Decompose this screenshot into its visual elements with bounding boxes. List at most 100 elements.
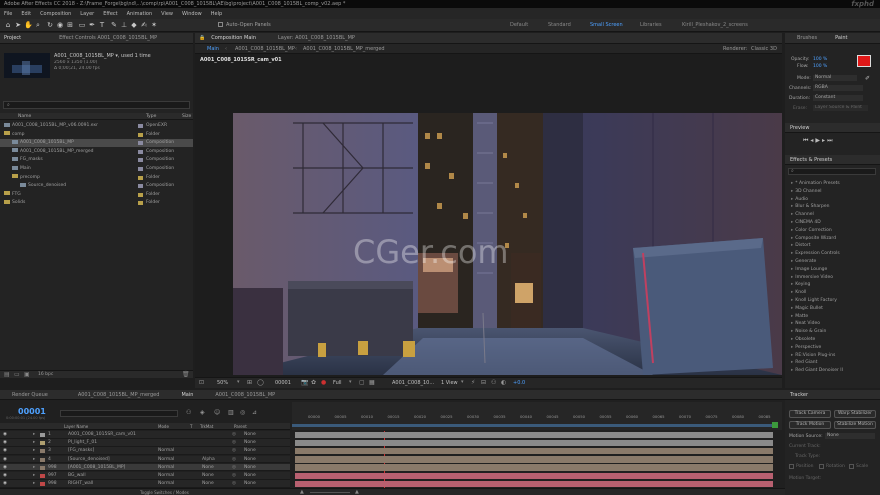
timeline-icon[interactable]: ⊟ (481, 379, 486, 386)
layer-row[interactable]: ◉ ▸ 997 BG_wall Normal None ◎ None (0, 472, 290, 480)
label-color-swatch[interactable] (138, 149, 143, 154)
last-frame-icon[interactable]: ⏭ (827, 137, 834, 144)
tab-merged[interactable]: A001_C008_1015BL_MP_merged (78, 392, 160, 398)
zoom-dropdown-icon[interactable]: ▾ (237, 379, 240, 385)
layer-parent[interactable]: None (244, 431, 256, 439)
effect-category[interactable]: ▸ Generate (791, 258, 816, 266)
breadcrumb-merged[interactable]: A001_C008_1015BL_MP_merged (303, 46, 385, 52)
zoom-out-icon[interactable]: ▲ (300, 489, 304, 495)
effect-category[interactable]: ▸ Audio (791, 196, 808, 204)
layer-name[interactable]: A001_C008_1015SR_cam_v01 (68, 431, 154, 439)
layer-label-color[interactable] (40, 482, 45, 487)
channels-select[interactable]: RGBA (813, 85, 863, 91)
transparency-grid-icon[interactable]: ▦ (369, 379, 375, 386)
layer-trkmat[interactable]: None (202, 464, 214, 472)
mask-icon[interactable]: ◯ (257, 379, 264, 386)
renderer-value[interactable]: Classic 3D (751, 46, 777, 52)
layer-mode[interactable]: Normal (158, 464, 174, 472)
effect-category[interactable]: ▸ CINEMA 4D (791, 219, 821, 227)
clone-tool-icon[interactable]: ⊥ (120, 21, 128, 29)
expand-arrow-icon[interactable]: ▸ (33, 464, 35, 472)
rotation-checkbox[interactable] (819, 464, 824, 469)
expand-arrow-icon[interactable]: ▸ (33, 472, 35, 480)
project-item[interactable]: FG_masks Composition (0, 156, 193, 164)
project-item[interactable]: Source_denoised Composition (0, 182, 193, 190)
visibility-eye-icon[interactable]: ◉ (3, 447, 7, 455)
bpc-toggle[interactable]: 16 bpc (38, 372, 53, 377)
layer-duration-bar[interactable] (295, 456, 773, 463)
effect-category[interactable]: ▸ * Animation Presets (791, 180, 840, 188)
expand-arrow-icon[interactable]: ▸ (791, 345, 793, 350)
layer-row[interactable]: ◉ ▸ 2 PI_light_F_01 ◎ None (0, 439, 290, 447)
layer-row[interactable]: ◉ ▸ 3 [FG_masks] Normal ◎ None (0, 447, 290, 455)
effect-category[interactable]: ▸ Red Giant (791, 359, 817, 367)
effect-category[interactable]: ▸ Keying (791, 281, 810, 289)
expand-arrow-icon[interactable]: ▸ (791, 228, 793, 233)
track-camera-button[interactable]: Track Camera (789, 410, 831, 418)
project-item[interactable]: A001_C008_1015BL_MP Composition (0, 139, 193, 148)
project-item[interactable]: A001_C008_1015BL_MP_merged Composition (0, 148, 193, 156)
layer-label-color[interactable] (40, 465, 45, 470)
expand-arrow-icon[interactable]: ▸ (791, 197, 793, 202)
label-color-swatch[interactable] (138, 201, 143, 206)
fast-preview-icon[interactable]: ⚡ (471, 379, 475, 386)
parent-pickwhip-icon[interactable]: ◎ (232, 472, 236, 480)
flow-value[interactable]: 100 % (813, 64, 827, 69)
frame-blend-icon[interactable]: ▥ (228, 409, 234, 416)
effect-category[interactable]: ▸ Expression Controls (791, 250, 840, 258)
comp-flowchart-icon[interactable]: ⚇ (186, 409, 191, 416)
parent-pickwhip-icon[interactable]: ◎ (232, 431, 236, 439)
effect-category[interactable]: ▸ Red Giant Denoiser II (791, 367, 843, 375)
col-type[interactable]: Type (146, 114, 156, 119)
delete-icon[interactable]: 🗑 (182, 371, 190, 378)
stabilize-motion-button[interactable]: Stabilize Motion (834, 421, 876, 429)
menu-composition[interactable]: Composition (40, 11, 71, 17)
exposure-value[interactable]: +0.0 (513, 380, 525, 386)
tab-composition-main[interactable]: Composition Main (211, 35, 256, 41)
brush-tool-icon[interactable]: ✎ (110, 21, 118, 29)
resolution-select[interactable]: Full (333, 380, 342, 386)
effect-category[interactable]: ▸ Obsolete (791, 336, 815, 344)
layer-mode[interactable]: Normal (158, 456, 174, 464)
workspace-default[interactable]: Default (510, 22, 528, 28)
camera-view-select[interactable]: A001_C008_10... (392, 380, 434, 386)
visibility-eye-icon[interactable]: ◉ (3, 431, 7, 439)
layer-name[interactable]: BG_wall (68, 472, 154, 480)
effect-category[interactable]: ▸ Image Lounge (791, 266, 827, 274)
expand-arrow-icon[interactable]: ▸ (33, 456, 35, 464)
eraser-tool-icon[interactable]: ◆ (130, 21, 138, 29)
eyedropper-icon[interactable]: ✐ (865, 75, 870, 82)
tab-brushes[interactable]: Brushes (797, 35, 817, 41)
label-color-swatch[interactable] (138, 124, 143, 128)
layer-name[interactable]: [A001_C008_1015BL_MP] (68, 464, 154, 472)
layer-label-color[interactable] (40, 433, 45, 437)
pen-tool-icon[interactable]: ✒ (88, 21, 96, 29)
expand-arrow-icon[interactable]: ▸ (791, 321, 793, 326)
tab-render-queue[interactable]: Render Queue (12, 392, 48, 398)
effect-category[interactable]: ▸ Immersive Video (791, 274, 833, 282)
menu-edit[interactable]: Edit (21, 11, 31, 17)
tab-paint[interactable]: Paint (835, 35, 847, 41)
shy-icon[interactable]: ☺ (214, 409, 220, 416)
layer-name[interactable]: PI_light_F_01 (68, 439, 154, 447)
selection-tool-icon[interactable]: ➤ (14, 21, 22, 29)
expand-arrow-icon[interactable]: ▸ (791, 368, 793, 373)
tab-mp[interactable]: A001_C008_1015BL_MP (215, 392, 275, 398)
tab-layer[interactable]: Layer: A001_C008_1015BL_MP (278, 35, 355, 41)
layer-label-color[interactable] (40, 474, 45, 478)
flowchart-icon[interactable]: ⚇ (491, 379, 496, 386)
warp-stabilizer-button[interactable]: Warp Stabilizer (834, 410, 876, 418)
always-preview-icon[interactable]: ⊡ (199, 379, 204, 386)
graph-editor-icon[interactable]: ⊿ (252, 409, 257, 416)
layer-row[interactable]: ◉ ▸ 998 [A001_C008_1015BL_MP] Normal None ◎ Non… (0, 463, 290, 472)
layer-mode[interactable]: Normal (158, 480, 174, 488)
view-layout-select[interactable]: 1 View (441, 380, 458, 386)
layer-row[interactable]: ◉ ▸ 1 A001_C008_1015SR_cam_v01 ◎ None (0, 431, 290, 439)
rotate-tool-icon[interactable]: ↻ (46, 21, 54, 29)
effect-category[interactable]: ▸ Color Correction (791, 227, 832, 235)
work-area-end-handle[interactable] (772, 422, 778, 428)
menu-file[interactable]: File (4, 11, 12, 17)
layer-row[interactable]: ◉ ▸ 998 RIGHT_wall Normal None ◎ None (0, 480, 290, 488)
col-name[interactable]: Name (18, 114, 31, 119)
lock-icon[interactable]: 🔒 (199, 35, 205, 41)
